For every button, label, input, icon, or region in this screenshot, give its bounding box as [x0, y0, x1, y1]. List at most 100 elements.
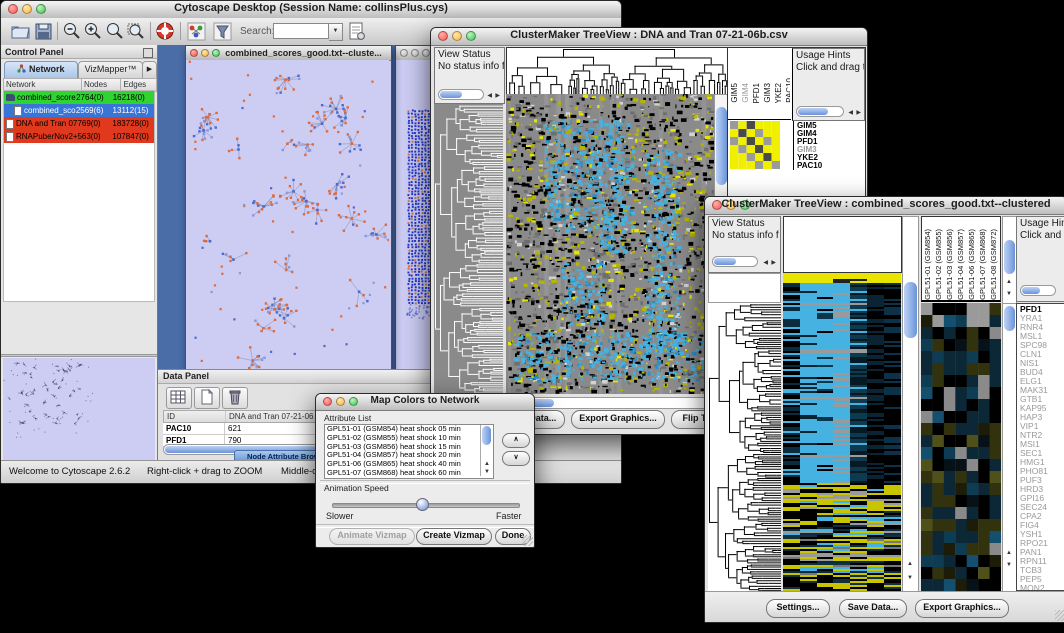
network-row-selected[interactable]: combined_sco 2569(6) 13112(15): [4, 104, 154, 117]
scroll-down-icon[interactable]: ▼: [907, 575, 913, 581]
column-dendrogram[interactable]: [506, 47, 730, 96]
scroll-up-icon[interactable]: ▲: [1006, 550, 1012, 556]
col-id[interactable]: ID: [164, 411, 226, 422]
column-label[interactable]: GIM5: [730, 83, 740, 103]
scroll-down-icon[interactable]: ▼: [1006, 562, 1012, 568]
column-labels-scrollbar[interactable]: ▲ ▼: [1002, 216, 1017, 304]
view-status-scrollbar[interactable]: [712, 256, 758, 267]
usage-hints-scrollbar[interactable]: [796, 106, 844, 117]
heatmap-global-view[interactable]: [783, 273, 901, 591]
row-dendrogram[interactable]: [708, 303, 781, 591]
new-attribute-icon[interactable]: [194, 387, 220, 409]
scrollbar-thumb[interactable]: [1022, 287, 1040, 294]
treeview2-titlebar[interactable]: ClusterMaker TreeView : combined_scores_…: [705, 197, 1064, 215]
annotation-icon[interactable]: [346, 21, 367, 42]
main-titlebar[interactable]: Cytoscape Desktop (Session Name: collins…: [1, 1, 621, 19]
zoom-button[interactable]: [422, 49, 430, 57]
column-label[interactable]: GPL51-03 (GSM856): [944, 229, 955, 300]
scroll-up-icon[interactable]: ▲: [1006, 279, 1012, 285]
minimize-button[interactable]: [411, 49, 419, 57]
view-status-scrollbar[interactable]: [438, 89, 484, 100]
save-data-button[interactable]: Save Data...: [839, 599, 907, 618]
scrollbar-thumb[interactable]: [904, 282, 917, 338]
column-label[interactable]: PAC10: [785, 78, 790, 103]
export-graphics-button[interactable]: Export Graphics...: [571, 410, 665, 429]
export-graphics-button[interactable]: Export Graphics...: [915, 599, 1009, 618]
network-row-dna-tran[interactable]: DNA and Tran 07 769(0) 183728(0): [4, 117, 154, 130]
row-dendrogram[interactable]: [434, 104, 503, 394]
attribute-table-icon[interactable]: [166, 387, 192, 409]
open-folder-icon[interactable]: [10, 21, 31, 42]
gene-label[interactable]: MON2: [1020, 584, 1064, 591]
vizmapper-icon[interactable]: [186, 21, 207, 42]
move-up-button[interactable]: ∧: [502, 433, 530, 448]
panel-splitter[interactable]: [1, 354, 157, 357]
column-label[interactable]: GPL51-04 (GSM857): [955, 229, 966, 300]
column-label[interactable]: PFD1: [752, 83, 762, 103]
scrollbar-thumb[interactable]: [716, 107, 727, 185]
attribute-list-scrollbar[interactable]: ▲ ▼: [480, 425, 492, 476]
animate-vizmap-button[interactable]: Animate Vizmap: [329, 528, 415, 545]
scrollbar-thumb[interactable]: [714, 258, 736, 265]
network-overview-thumbnail[interactable]: [3, 358, 155, 460]
zoom-out-icon[interactable]: [61, 21, 82, 42]
search-input[interactable]: [273, 23, 329, 39]
window-controls-inactive[interactable]: [400, 49, 430, 57]
column-label[interactable]: GIM4: [741, 83, 751, 103]
heatmap-hscrollbar[interactable]: ◀ ▶: [506, 397, 729, 409]
tab-vizmapper[interactable]: VizMapper™: [78, 61, 143, 79]
scroll-up-icon[interactable]: ▲: [484, 461, 490, 467]
heatmap-vscrollbar[interactable]: ▲ ▼: [902, 216, 919, 593]
help-lifering-icon[interactable]: [155, 21, 176, 42]
usage-hints-scrollbar[interactable]: [1020, 285, 1056, 296]
scroll-right-icon[interactable]: ▶: [495, 93, 500, 99]
attribute-list[interactable]: GPL51-01 (GSM854) heat shock 05 minGPL51…: [324, 424, 494, 479]
network-window-1-titlebar[interactable]: combined_scores_good.txt--cluste...: [186, 46, 391, 61]
scrollbar-thumb[interactable]: [1004, 240, 1015, 274]
slider-thumb[interactable]: [416, 498, 429, 511]
scrollbar-thumb[interactable]: [482, 426, 491, 445]
settings-button[interactable]: Settings...: [766, 599, 830, 618]
create-vizmap-button[interactable]: Create Vizmap: [416, 528, 492, 545]
column-label[interactable]: GPL51-06 (GSM865): [966, 229, 977, 300]
filter-icon[interactable]: [212, 21, 233, 42]
scroll-down-icon[interactable]: ▼: [1006, 291, 1012, 297]
close-button[interactable]: [400, 49, 408, 57]
delete-attribute-trash-icon[interactable]: [222, 387, 248, 409]
attribute-item[interactable]: GPL51-07 (GSM868) heat shock 60 min: [325, 469, 493, 478]
column-label[interactable]: GPL51-01 (GSM854): [922, 229, 933, 300]
column-label[interactable]: GPL51-08 (GSM872): [988, 229, 999, 300]
save-icon[interactable]: [33, 21, 54, 42]
scroll-right-icon[interactable]: ▶: [771, 260, 776, 266]
scroll-up-icon[interactable]: ▲: [907, 561, 913, 567]
scroll-left-icon[interactable]: ◀: [763, 260, 768, 266]
zoom-heatmap[interactable]: [921, 303, 1001, 591]
network-window-1[interactable]: combined_scores_good.txt--cluste...: [185, 45, 392, 373]
scroll-right-icon[interactable]: ▶: [856, 110, 861, 116]
zoom-selected-icon[interactable]: [125, 21, 146, 42]
move-down-button[interactable]: ∨: [502, 451, 530, 466]
scroll-left-icon[interactable]: ◀: [487, 93, 492, 99]
zoom-heatmap[interactable]: [730, 121, 780, 169]
scroll-down-icon[interactable]: ▼: [484, 469, 490, 475]
scrollbar-thumb[interactable]: [440, 91, 462, 98]
network-row-combined-scores[interactable]: combined_scores 2764(0) 16218(0): [4, 91, 154, 104]
tab-network[interactable]: Network: [4, 61, 78, 79]
treeview1-titlebar[interactable]: ClusterMaker TreeView : DNA and Tran 07-…: [431, 28, 867, 46]
gene-label[interactable]: PAC10: [797, 162, 864, 170]
column-dendrogram-area[interactable]: [783, 216, 902, 273]
zoom-in-icon[interactable]: [82, 21, 103, 42]
network-view-canvas-1[interactable]: [186, 60, 389, 370]
dialog-titlebar[interactable]: Map Colors to Network: [316, 394, 534, 411]
scroll-left-icon[interactable]: ◀: [848, 110, 853, 116]
heatmap-global-view[interactable]: [506, 94, 714, 394]
resize-grip[interactable]: [1055, 610, 1064, 621]
resize-grip[interactable]: [522, 535, 533, 546]
zoom-vscrollbar[interactable]: ▲ ▼: [1002, 303, 1017, 593]
search-dropdown-arrow[interactable]: ▼: [329, 23, 343, 41]
network-row-rnapuber[interactable]: RNAPuberNov2+ 563(0) 107847(0): [4, 130, 154, 143]
column-label[interactable]: GPL51-02 (GSM855): [933, 229, 944, 300]
float-panel-icon[interactable]: [143, 48, 153, 58]
zoom-fit-icon[interactable]: [104, 21, 125, 42]
column-label[interactable]: GIM3: [763, 83, 773, 103]
